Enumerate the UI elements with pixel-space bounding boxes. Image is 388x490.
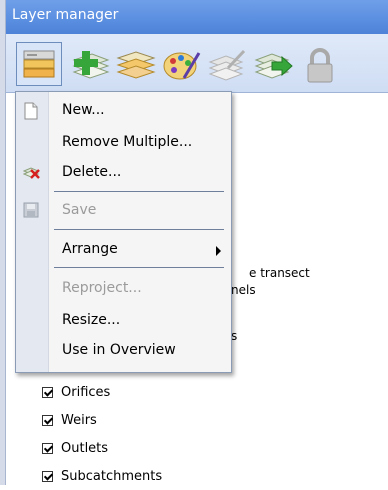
menu-item-label: Use in Overview	[62, 342, 176, 358]
menu-item-label: Reproject...	[62, 280, 142, 296]
menu-item-remove-multiple[interactable]: Remove Multiple...	[16, 128, 231, 158]
menu-item-save[interactable]: Save	[16, 196, 231, 226]
window-title: Layer manager	[12, 7, 119, 23]
layer-checkbox[interactable]	[42, 414, 53, 426]
add-layer-icon	[72, 51, 110, 79]
edit-layer-icon	[208, 49, 246, 81]
menu-item-resize[interactable]: Resize...	[16, 306, 231, 336]
layer-row-weirs[interactable]: Weirs	[42, 406, 162, 434]
menu-item-delete[interactable]: Delete...	[16, 158, 231, 188]
delete-layer-icon	[23, 167, 40, 179]
layer-label: Orifices	[61, 384, 111, 400]
partial-layer-label: nels	[231, 283, 256, 297]
new-document-icon	[24, 102, 38, 120]
layer-row-orifices[interactable]: Orifices	[42, 378, 162, 406]
menu-item-label: Remove Multiple...	[62, 134, 193, 150]
layer-menu-button[interactable]	[16, 42, 62, 86]
layers-stack-icon	[116, 51, 156, 79]
menu-item-new[interactable]: New...	[16, 96, 231, 126]
menu-separator	[54, 229, 224, 230]
layer-label: Outlets	[61, 440, 109, 456]
save-icon	[23, 202, 39, 218]
menu-item-label: Save	[62, 202, 97, 218]
toolbar	[6, 34, 388, 93]
menu-item-label: Delete...	[62, 164, 122, 180]
window-titlebar: Layer manager	[6, 0, 388, 34]
layer-checkbox[interactable]	[42, 386, 53, 398]
menu-item-label: Resize...	[62, 312, 121, 328]
layer-forward-button[interactable]	[248, 42, 294, 86]
layer-menu-icon	[23, 50, 55, 78]
layer-row-subcatchments[interactable]: Subcatchments	[42, 462, 162, 490]
submenu-arrow-icon	[216, 246, 221, 256]
menu-item-label: New...	[62, 102, 105, 118]
layers-stack-button[interactable]	[110, 42, 156, 86]
partial-layer-label: e transect	[249, 266, 310, 280]
edit-layer-button[interactable]	[202, 42, 248, 86]
add-layer-button[interactable]	[64, 42, 110, 86]
layer-checkbox[interactable]	[42, 442, 53, 454]
layer-forward-icon	[254, 53, 293, 79]
lock-button[interactable]	[294, 42, 340, 86]
menu-item-label: Arrange	[62, 241, 118, 257]
menu-separator	[54, 191, 224, 192]
palette-icon	[163, 52, 201, 80]
menu-item-arrange[interactable]: Arrange	[16, 235, 231, 265]
layer-list: Orifices Weirs Outlets Subcatchments	[42, 378, 162, 490]
layer-row-outlets[interactable]: Outlets	[42, 434, 162, 462]
layer-context-menu: New... Remove Multiple... Delete... Save…	[15, 91, 232, 373]
menu-item-reproject[interactable]: Reproject...	[16, 274, 231, 304]
layer-checkbox[interactable]	[42, 470, 53, 482]
menu-separator	[54, 267, 224, 268]
layer-label: Subcatchments	[61, 468, 163, 484]
menu-item-use-in-overview[interactable]: Use in Overview	[16, 336, 231, 366]
palette-button[interactable]	[156, 42, 202, 86]
layer-label: Weirs	[61, 412, 97, 428]
lock-icon	[307, 48, 333, 83]
